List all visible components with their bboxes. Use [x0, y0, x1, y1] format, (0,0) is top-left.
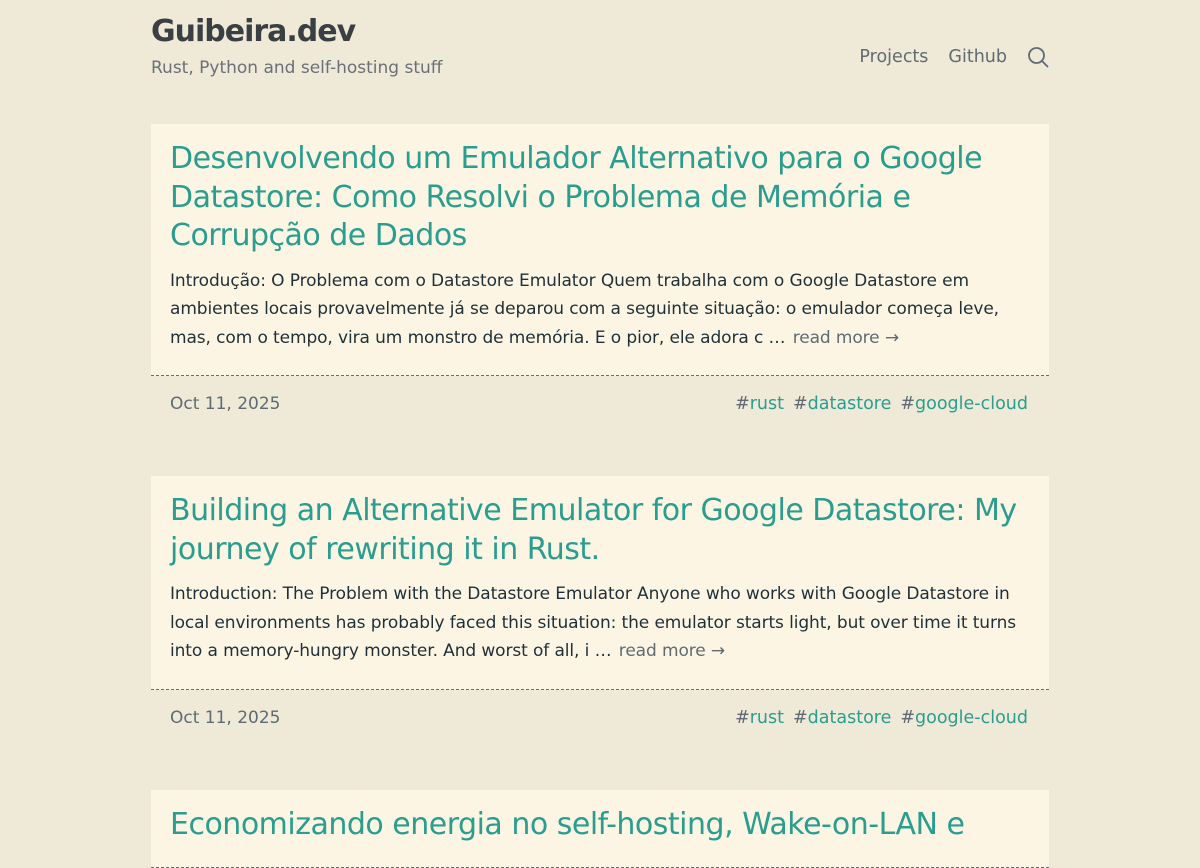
post-footer: Oct 11, 2025 #rust #datastore #google-cl… [151, 690, 1049, 746]
tag-hash: # [735, 708, 750, 728]
post-date: Oct 11, 2025 [170, 394, 281, 414]
site-header: Guibeira.dev Rust, Python and self-hosti… [151, 0, 1049, 124]
site-subtitle: Rust, Python and self-hosting stuff [151, 58, 443, 78]
post-body: Economizando energia no self-hosting, Wa… [151, 790, 1049, 868]
post-title: Building an Alternative Emulator for Goo… [170, 492, 1030, 569]
post-card: Economizando energia no self-hosting, Wa… [151, 790, 1049, 868]
tag-hash: # [793, 394, 808, 414]
post-footer: Oct 11, 2025 #rust #datastore #google-cl… [151, 376, 1049, 432]
search-button[interactable] [1027, 46, 1049, 68]
tag-rust[interactable]: #rust [735, 394, 784, 414]
tag-label: datastore [808, 708, 892, 728]
tag-datastore[interactable]: #datastore [793, 394, 891, 414]
post-excerpt: Introduction: The Problem with the Datas… [170, 580, 1030, 666]
tag-google-cloud[interactable]: #google-cloud [900, 394, 1028, 414]
tag-label: rust [750, 394, 784, 414]
post-body: Building an Alternative Emulator for Goo… [151, 476, 1049, 690]
site-title[interactable]: Guibeira.dev [151, 14, 355, 49]
post-card: Desenvolvendo um Emulador Alternativo pa… [151, 124, 1049, 432]
post-excerpt-text: Introduction: The Problem with the Datas… [170, 584, 1016, 661]
read-more-link[interactable]: read more → [619, 641, 725, 661]
post-title-link[interactable]: Building an Alternative Emulator for Goo… [170, 493, 1017, 567]
post-body: Desenvolvendo um Emulador Alternativo pa… [151, 124, 1049, 376]
post-title: Economizando energia no self-hosting, Wa… [170, 806, 1030, 845]
tag-label: rust [750, 708, 784, 728]
tag-hash: # [793, 708, 808, 728]
nav-link-projects[interactable]: Projects [859, 47, 928, 67]
post-excerpt: Introdução: O Problema com o Datastore E… [170, 267, 1030, 353]
post-title-link[interactable]: Economizando energia no self-hosting, Wa… [170, 807, 964, 842]
nav-link-github[interactable]: Github [948, 47, 1007, 67]
tag-google-cloud[interactable]: #google-cloud [900, 708, 1028, 728]
tag-list: #rust #datastore #google-cloud [726, 708, 1028, 728]
page-container: Guibeira.dev Rust, Python and self-hosti… [151, 0, 1049, 868]
post-date: Oct 11, 2025 [170, 708, 281, 728]
search-icon [1027, 46, 1049, 68]
tag-label: datastore [808, 394, 892, 414]
read-more-link[interactable]: read more → [793, 328, 899, 348]
tag-hash: # [735, 394, 750, 414]
post-card: Building an Alternative Emulator for Goo… [151, 476, 1049, 746]
tag-label: google-cloud [915, 708, 1028, 728]
tag-label: google-cloud [915, 394, 1028, 414]
tag-hash: # [900, 394, 915, 414]
tag-datastore[interactable]: #datastore [793, 708, 891, 728]
post-title: Desenvolvendo um Emulador Alternativo pa… [170, 140, 1030, 256]
post-title-link[interactable]: Desenvolvendo um Emulador Alternativo pa… [170, 141, 982, 253]
tag-hash: # [900, 708, 915, 728]
tag-rust[interactable]: #rust [735, 708, 784, 728]
tag-list: #rust #datastore #google-cloud [726, 394, 1028, 414]
main-nav: Projects Github [859, 46, 1049, 68]
